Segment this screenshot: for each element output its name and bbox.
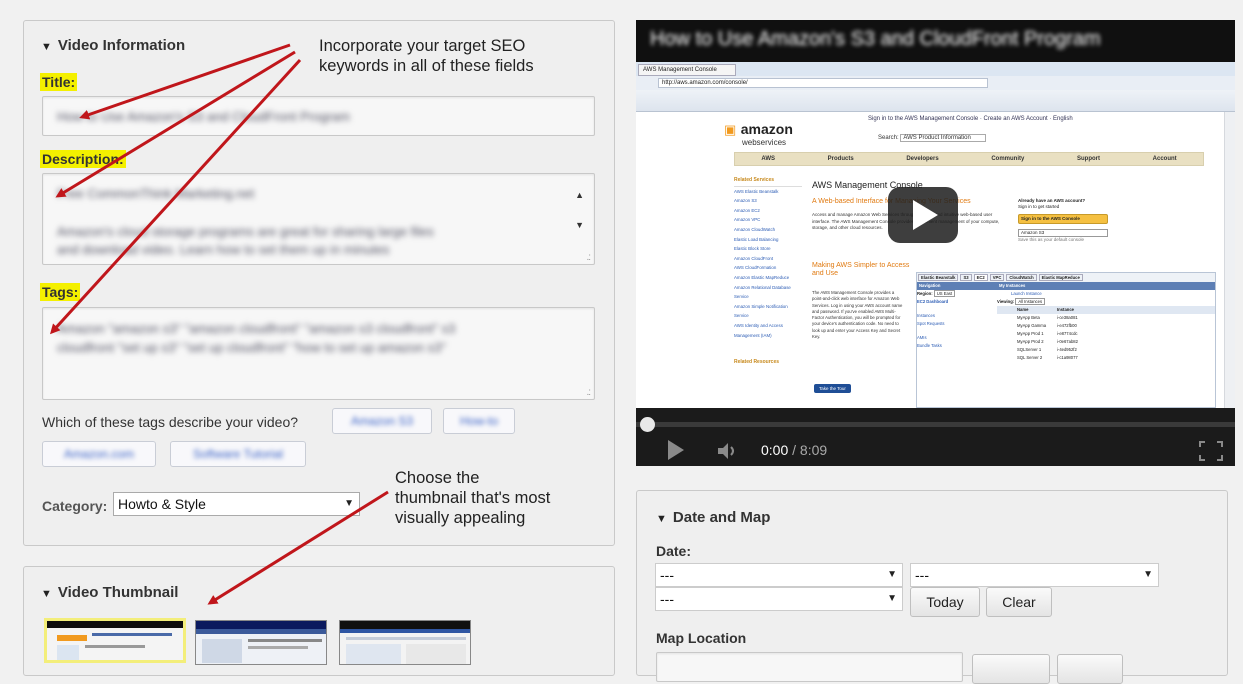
chevron-down-icon: ▼ bbox=[1143, 569, 1153, 580]
volume-icon[interactable] bbox=[716, 441, 740, 461]
category-label: Category: bbox=[42, 498, 108, 514]
console-instances: My Instances Launch Instance Viewing: Al… bbox=[997, 282, 1215, 362]
scroll-up-icon[interactable]: ▲ bbox=[575, 190, 584, 200]
aws-h2: Making AWS Simpler to Access and Use bbox=[812, 262, 910, 277]
clear-button[interactable]: Clear bbox=[986, 587, 1052, 617]
suggested-tag-chip[interactable]: How-to bbox=[443, 408, 515, 434]
aws-signin-button: Sign in to the AWS Console bbox=[1018, 214, 1108, 224]
progress-track[interactable] bbox=[636, 422, 1235, 427]
collapse-triangle-icon: ▼ bbox=[41, 41, 52, 53]
browser-address-bar: http://aws.amazon.com/console/ bbox=[636, 76, 1235, 90]
console-left-nav: Navigation Region: US East EC2 Dashboard… bbox=[917, 282, 997, 362]
title-input-value: How to Use Amazon's S3 and CloudFront Pr… bbox=[57, 109, 350, 124]
suggested-tag-chip[interactable]: Amazon.com bbox=[42, 441, 156, 467]
date-and-map-heading[interactable]: ▼ Date and Map bbox=[656, 509, 770, 526]
table-row: MyApp Gamma i-e472fb00 bbox=[1017, 323, 1077, 328]
map-location-input[interactable] bbox=[656, 652, 963, 682]
thumbnail-option-selected[interactable] bbox=[44, 618, 186, 663]
play-overlay-button[interactable] bbox=[888, 187, 958, 243]
table-row: MyApp Beta i-ce38a081 bbox=[1017, 315, 1078, 320]
tags-textarea[interactable]: Amazon "amazon s3" "amazon cloudfront" "… bbox=[42, 307, 595, 400]
thumbnail-image bbox=[196, 621, 326, 664]
table-row: SQL Server 2 i-c1a98077 bbox=[1017, 355, 1078, 360]
today-button[interactable]: Today bbox=[910, 587, 980, 617]
chevron-down-icon: ▼ bbox=[887, 569, 897, 580]
console-tabs: Elastic Beanstalk S3 EC2 VPC CloudWatch … bbox=[917, 273, 1215, 282]
table-row: MyApp Prod 2 i-0e67ab82 bbox=[1017, 339, 1078, 344]
description-line-1: Free CommonThink Marketing.net bbox=[57, 186, 255, 201]
collapse-triangle-icon: ▼ bbox=[41, 588, 52, 600]
video-title[interactable]: How to Use Amazon's S3 and CloudFront Pr… bbox=[650, 28, 1101, 51]
tags-line-2: cloudfront "set up s3" "set up cloudfron… bbox=[57, 340, 447, 355]
aws-search: Search: AWS Product Information bbox=[878, 134, 986, 142]
thumbnail-annotation: Choose the thumbnail that's most visuall… bbox=[395, 469, 551, 527]
aws-tour-button: Take the Tour bbox=[814, 384, 851, 393]
play-icon[interactable] bbox=[664, 438, 688, 462]
aws-logo-cubes-icon: ▣ bbox=[724, 122, 737, 137]
date-day-select[interactable]: --- ▼ bbox=[910, 563, 1159, 587]
date-month-select[interactable]: --- ▼ bbox=[655, 563, 903, 587]
aws-top-links: Sign in to the AWS Management Console · … bbox=[868, 116, 1073, 122]
category-select[interactable]: Howto & Style ▼ bbox=[113, 492, 360, 516]
time-display: 0:00 / 8:09 bbox=[761, 442, 828, 458]
fullscreen-icon[interactable] bbox=[1198, 440, 1224, 462]
map-location-label: Map Location bbox=[656, 630, 747, 646]
video-thumbnail-heading[interactable]: ▼ Video Thumbnail bbox=[41, 584, 178, 601]
description-line-2: Amazon's cloud storage programs are grea… bbox=[57, 224, 434, 239]
suggested-tag-chip[interactable]: Amazon S3 bbox=[332, 408, 432, 434]
table-row: SQLServer 1 i-4ed952f2 bbox=[1017, 347, 1077, 352]
table-row: MyApp Prod 1 i-e8774cdc bbox=[1017, 331, 1078, 336]
collapse-triangle-icon: ▼ bbox=[656, 513, 667, 525]
chevron-down-icon: ▼ bbox=[887, 593, 897, 604]
video-control-bar: 0:00 / 8:09 bbox=[636, 408, 1235, 466]
map-action-button[interactable] bbox=[972, 654, 1050, 684]
description-textarea[interactable]: Free CommonThink Marketing.net Amazon's … bbox=[42, 173, 595, 265]
aws-nav-bar: AWS Products Developers Community Suppor… bbox=[734, 152, 1204, 166]
browser-scrollbar bbox=[1224, 112, 1235, 408]
thumbnail-image bbox=[47, 621, 183, 660]
thumbnail-option[interactable] bbox=[339, 620, 471, 665]
date-year-select[interactable]: --- ▼ bbox=[655, 587, 903, 611]
title-label: Title: bbox=[40, 73, 78, 91]
title-input[interactable]: How to Use Amazon's S3 and CloudFront Pr… bbox=[42, 96, 595, 136]
aws-page: Sign in to the AWS Management Console · … bbox=[718, 112, 1218, 408]
aws-console-mock: Elastic Beanstalk S3 EC2 VPC CloudWatch … bbox=[916, 272, 1216, 408]
chevron-down-icon: ▼ bbox=[344, 498, 354, 509]
tags-label: Tags: bbox=[40, 283, 81, 301]
resize-grip-icon[interactable]: .: bbox=[586, 387, 590, 398]
video-information-heading[interactable]: ▼ Video Information bbox=[41, 37, 185, 54]
aws-sidebar: Related Services AWS Elastic Beanstalk A… bbox=[734, 176, 802, 368]
tags-line-1: Amazon "amazon s3" "amazon cloudfront" "… bbox=[57, 321, 456, 336]
video-frame[interactable]: AWS Management Console http://aws.amazon… bbox=[636, 62, 1235, 408]
aws-h2-body: The AWS Management Console provides a po… bbox=[812, 290, 903, 340]
browser-tab-strip: AWS Management Console bbox=[636, 62, 1235, 76]
description-line-3: and download video. Learn how to set the… bbox=[57, 242, 390, 257]
browser-toolbars bbox=[636, 90, 1235, 112]
date-label: Date: bbox=[656, 543, 692, 559]
description-label: Description: bbox=[40, 150, 126, 168]
seo-annotation: Incorporate your target SEO keywords in … bbox=[319, 37, 534, 75]
suggested-tags-question: Which of these tags describe your video? bbox=[42, 414, 299, 430]
resize-grip-icon[interactable]: .: bbox=[586, 252, 590, 263]
browser-tab: AWS Management Console bbox=[638, 64, 736, 76]
suggested-tag-chip[interactable]: Software Tutorial bbox=[170, 441, 306, 467]
aws-logo: ▣ amazon webservices bbox=[724, 121, 793, 147]
thumbnail-image bbox=[340, 621, 470, 664]
progress-scrubber[interactable] bbox=[640, 417, 655, 432]
url-field: http://aws.amazon.com/console/ bbox=[658, 78, 988, 88]
play-icon bbox=[913, 200, 938, 230]
thumbnail-option[interactable] bbox=[195, 620, 327, 665]
map-action-button[interactable] bbox=[1057, 654, 1123, 684]
scroll-down-icon[interactable]: ▼ bbox=[575, 220, 584, 230]
aws-account-box: Already have an AWS account? Sign in to … bbox=[1018, 198, 1108, 243]
